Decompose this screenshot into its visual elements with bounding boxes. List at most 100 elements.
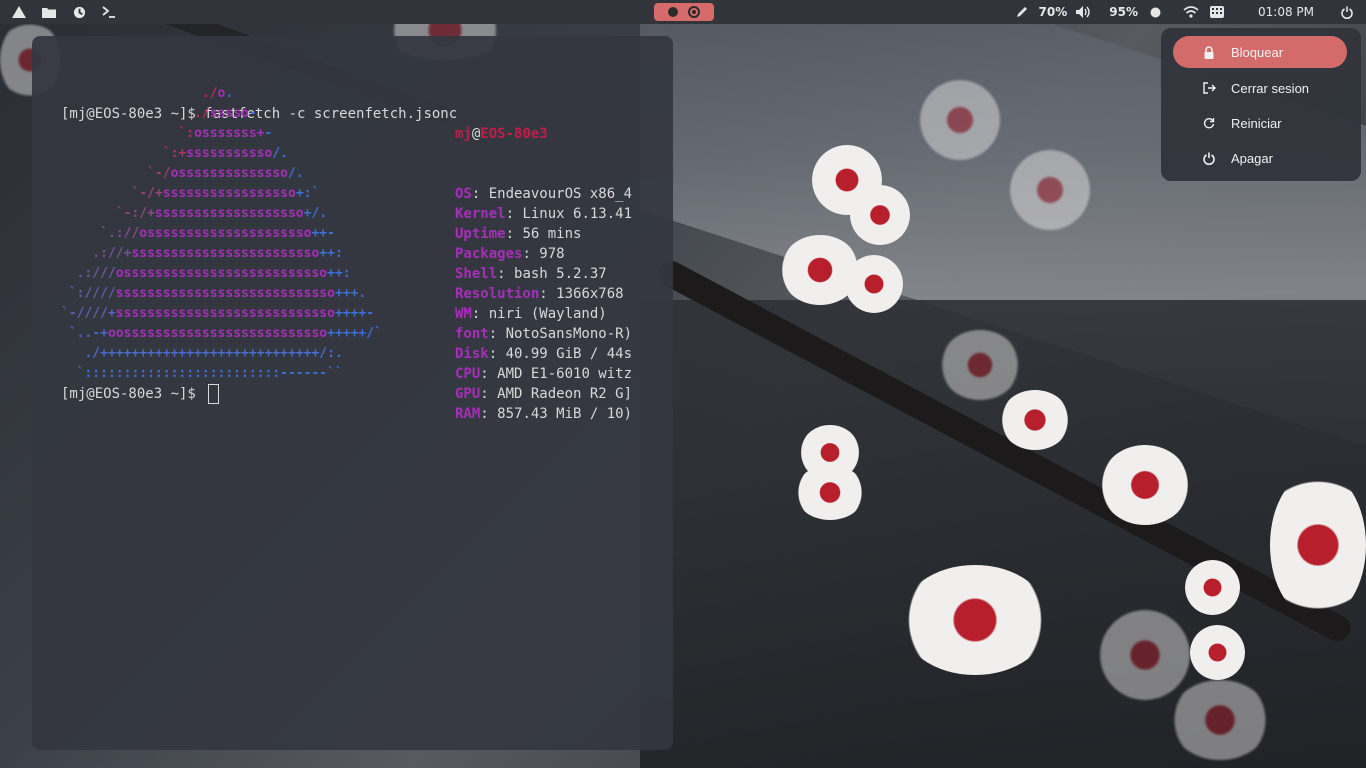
info-key: RAM (455, 406, 481, 422)
logo-line: ./++++++++++++++++++++++++++++/:. (61, 344, 382, 364)
info-separator: : (480, 406, 498, 422)
shutdown-label: Apagar (1231, 150, 1273, 166)
logo-segment: ++: (319, 246, 343, 261)
logo-line: ./sssso- (61, 104, 382, 124)
wallpaper-blossom (940, 330, 1020, 400)
wallpaper-blossom (1190, 625, 1245, 680)
wallpaper-blossom (900, 565, 1050, 675)
record-icon[interactable] (668, 7, 678, 17)
logo-segment: ossssssssssssso (170, 166, 288, 181)
logo-segment: ./ (61, 86, 218, 101)
wallpaper-blossom (795, 465, 865, 520)
info-key: Kernel (455, 206, 506, 222)
terminal-prompt-line[interactable]: [mj@EOS-80e3 ~]$ (61, 384, 220, 404)
info-separator: : (505, 206, 523, 222)
wifi-icon[interactable] (1182, 3, 1200, 21)
info-separator: : (471, 186, 489, 202)
logo-segment: `: (61, 126, 195, 141)
logo-line: `:osssssss+- (61, 124, 382, 144)
info-host: EOS-80e3 (480, 126, 548, 142)
logo-segment: ssssssssssssssssssssssssssso (115, 306, 335, 321)
shutdown-button[interactable]: Apagar (1173, 142, 1347, 174)
info-value: AMD E1-6010 witz (497, 366, 633, 382)
wallpaper-blossom (845, 255, 903, 313)
wallpaper-blossom (850, 185, 910, 245)
logo-line: `:////ssssssssssssssssssssssssssso+++. (61, 284, 382, 304)
logo-segment: +/. (303, 206, 328, 221)
wallpaper-blossom (1100, 445, 1190, 525)
logo-segment: - (264, 126, 273, 141)
info-row: Kernel: Linux 6.13.41 (455, 204, 632, 224)
restart-label: Reiniciar (1231, 115, 1282, 131)
info-user: mj (455, 126, 472, 142)
info-row: RAM: 857.43 MiB / 10) (455, 404, 632, 424)
clock[interactable]: 01:08 PM (1258, 5, 1314, 19)
arch-icon[interactable] (10, 3, 28, 21)
terminal-icon[interactable] (100, 3, 118, 21)
lock-button[interactable]: Bloquear (1173, 36, 1347, 68)
logo-segment: `-:/+ (61, 206, 155, 221)
terminal-window[interactable]: [mj@EOS-80e3 ~]$ fastfetch -c screenfetc… (32, 36, 673, 750)
screen-recorder-widget[interactable] (654, 3, 714, 21)
logo-segment: .://+ (61, 246, 132, 261)
battery-icon[interactable] (1146, 3, 1164, 21)
logo-line: `:+sssssssssso/. (61, 144, 382, 164)
info-key: Resolution (455, 286, 540, 302)
info-separator: : (539, 286, 557, 302)
logo-segment: `-/+ (61, 186, 163, 201)
wallpaper-blossom (1185, 560, 1240, 615)
info-row: Shell: bash 5.2.37 (455, 264, 632, 284)
logo-line: `-/+sssssssssssssssso+:` (61, 184, 382, 204)
text-cursor (208, 384, 220, 404)
logout-button[interactable]: Cerrar sesion (1173, 72, 1347, 104)
logo-line: .://+ssssssssssssssssssssssso++: (61, 244, 382, 264)
info-value: 1366x768 (556, 286, 624, 302)
logo-segment: ./ (61, 106, 210, 121)
info-key: Disk (455, 346, 489, 362)
keyboard-icon[interactable] (1208, 3, 1226, 21)
wallpaper-blossom (1270, 470, 1366, 620)
info-row: CPU: AMD E1-6010 witz (455, 364, 632, 384)
logo-segment: /. (287, 166, 304, 181)
info-value: NotoSansMono-R) (505, 326, 633, 342)
info-separator: : (522, 246, 540, 262)
logo-line: `.://osssssssssssssssssssso++- (61, 224, 382, 244)
wallpaper-blossom (1170, 680, 1270, 760)
info-separator: : (488, 326, 506, 342)
restart-button[interactable]: Reiniciar (1173, 107, 1347, 139)
screenshot-icon[interactable] (688, 6, 700, 18)
brightness-level[interactable]: 70% (1039, 5, 1068, 19)
info-key: Uptime (455, 226, 506, 242)
volume-icon[interactable] (1075, 3, 1093, 21)
battery-level[interactable]: 95% (1109, 5, 1138, 19)
restart-icon (1201, 117, 1217, 129)
wallpaper-blossom (1010, 150, 1090, 230)
info-row: WM: niri (Wayland) (455, 304, 632, 324)
folder-icon[interactable] (40, 3, 58, 21)
logo-segment: ssssssssssssssssssssssso (131, 246, 320, 261)
info-value: 978 (539, 246, 565, 262)
logo-segment: sssso (209, 106, 249, 121)
logo-segment: `://// (61, 286, 116, 301)
info-value: 40.99 GiB / 44s (505, 346, 633, 362)
update-icon[interactable] (70, 3, 88, 21)
info-separator: : (497, 266, 515, 282)
info-key: WM (455, 306, 472, 322)
logo-segment: ++- (311, 226, 335, 241)
logo-line: `-////+ssssssssssssssssssssssssssso++++- (61, 304, 382, 324)
info-value: AMD Radeon R2 G] (497, 386, 633, 402)
info-row: font: NotoSansMono-R) (455, 324, 632, 344)
logout-label: Cerrar sesion (1231, 80, 1310, 96)
logo-segment: +++++/` (327, 326, 382, 341)
info-key: font (455, 326, 489, 342)
logo-segment: ++: (327, 266, 351, 281)
logo-segment: `..-+ (61, 326, 108, 341)
power-menu-icon[interactable] (1338, 3, 1356, 21)
logo-segment: - (248, 106, 257, 121)
prompt: [mj@EOS-80e3 ~]$ (61, 386, 205, 402)
distro-logo: ./o. ./sssso- `:osssssss+- `:+ssssssssss… (61, 84, 382, 384)
logo-segment: .:/// (61, 266, 116, 281)
logo-segment: +:` (295, 186, 320, 201)
brightness-pen-icon[interactable] (1013, 3, 1031, 21)
logo-segment: ++++- (334, 306, 375, 321)
